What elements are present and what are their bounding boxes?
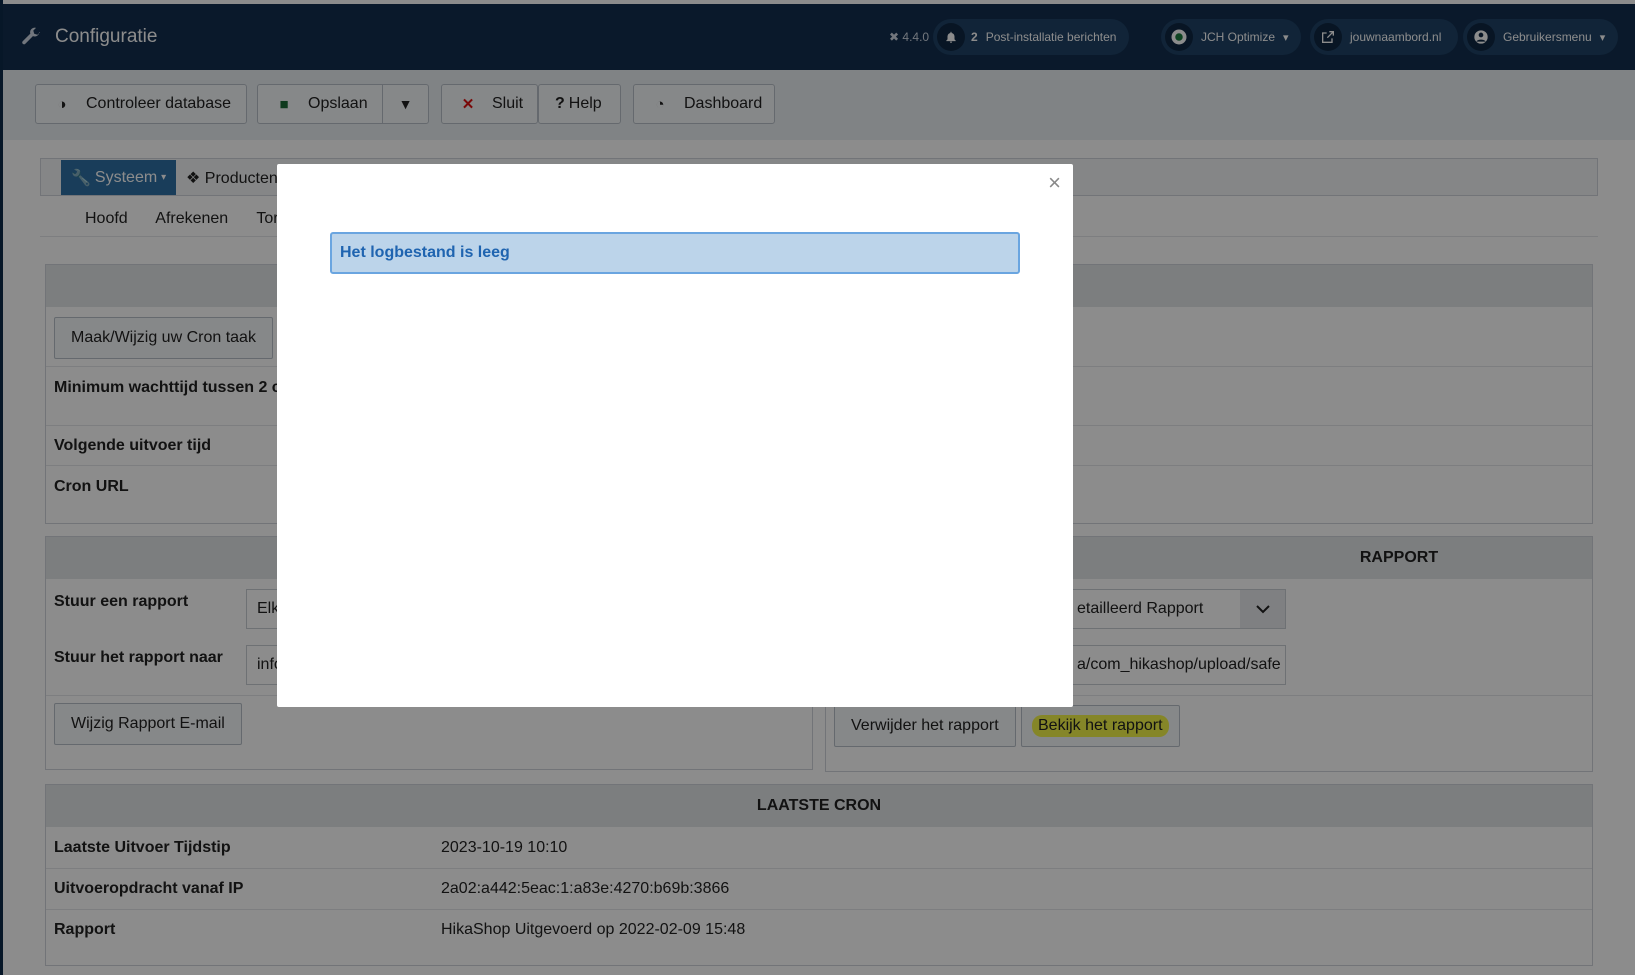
close-icon[interactable]: × [1048, 170, 1061, 196]
page: Configuratie ✖ 4.4.0 2 Post-installatie … [0, 0, 1635, 975]
log-empty-message: Het logbestand is leeg [340, 244, 510, 261]
log-modal: × Het logbestand is leeg [277, 164, 1073, 707]
log-empty-alert: Het logbestand is leeg [330, 232, 1020, 274]
